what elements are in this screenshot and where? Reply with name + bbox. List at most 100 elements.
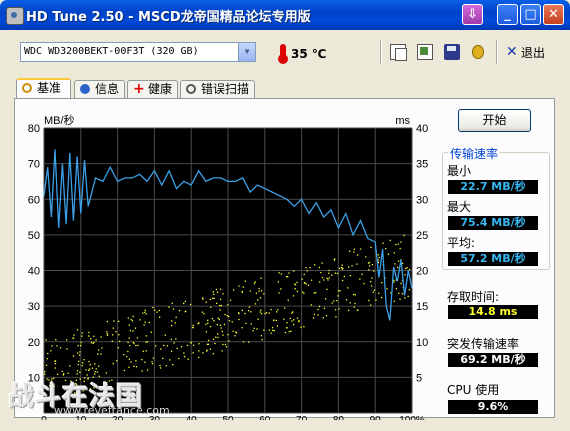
chart-access-time-point: [83, 359, 85, 361]
chart-access-time-point: [159, 364, 161, 367]
cpu-usage-value: 9.6%: [448, 400, 538, 414]
chart-access-time-point: [223, 323, 226, 326]
chart-access-time-point: [205, 301, 207, 303]
chart-access-time-point: [176, 347, 178, 350]
chart-access-time-point: [339, 290, 341, 292]
chart-access-time-point: [253, 327, 255, 329]
chart-access-time-point: [248, 341, 250, 343]
drive-select[interactable]: WDC WD3200BEKT-00F3T (320 GB) ▼: [20, 42, 256, 62]
copy-icon[interactable]: [390, 44, 407, 61]
chart-access-time-point: [265, 312, 268, 314]
chart-access-time-point: [276, 325, 279, 327]
options-icon[interactable]: [470, 44, 486, 60]
chart-access-time-point: [403, 234, 405, 237]
chart-access-time-point: [198, 350, 200, 352]
chart-access-time-point: [216, 291, 219, 293]
chart-access-time-point: [356, 254, 359, 256]
chevron-down-icon[interactable]: ▼: [238, 43, 255, 61]
chart-access-time-point: [264, 312, 266, 315]
chart-y-left-tick-label: 60: [28, 194, 40, 206]
info-icon: [80, 84, 90, 94]
window-title: HD Tune 2.50 - MSCD龙帝国精品论坛专用版: [26, 10, 311, 25]
chart-access-time-point: [334, 309, 337, 311]
chart-access-time-point: [105, 372, 108, 374]
chart-access-time-point: [81, 364, 83, 367]
chart-access-time-point: [216, 302, 218, 304]
chart-access-time-point: [166, 345, 169, 347]
chart-access-time-point: [250, 323, 252, 325]
start-button[interactable]: 开始: [458, 109, 531, 132]
chart-access-time-point: [260, 290, 263, 292]
chart-access-time-point: [73, 334, 75, 336]
minimize-button[interactable]: _: [497, 4, 518, 25]
chart-access-time-point: [128, 337, 130, 339]
download-button[interactable]: ⇩: [462, 4, 483, 25]
chart-access-time-point: [260, 335, 262, 337]
chart-access-time-point: [215, 336, 217, 338]
copy-text-icon[interactable]: [417, 44, 433, 60]
maximize-button[interactable]: □: [520, 4, 541, 25]
chart-access-time-point: [192, 324, 194, 326]
chart-access-time-point: [408, 289, 411, 291]
chart-access-time-point: [44, 371, 46, 373]
chart-access-time-point: [186, 344, 189, 347]
chart-access-time-point: [334, 258, 336, 260]
chart-access-time-point: [95, 368, 97, 370]
chart-access-time-point: [94, 363, 96, 365]
chart-access-time-point: [63, 373, 65, 375]
chart-access-time-point: [370, 246, 372, 249]
chart-access-time-point: [349, 302, 351, 304]
chart-access-time-point: [393, 281, 395, 283]
chart-access-time-point: [106, 331, 108, 333]
chart-access-time-point: [359, 248, 362, 250]
tab-info[interactable]: 信息: [74, 80, 125, 98]
health-icon: +: [133, 81, 145, 97]
chart-access-time-point: [183, 352, 185, 354]
chart-access-time-point: [371, 264, 374, 266]
chart-access-time-point: [128, 366, 130, 368]
avg-label: 平均:: [447, 236, 476, 250]
cpu-usage-label: CPU 使用: [447, 383, 500, 397]
chart-access-time-point: [54, 360, 56, 362]
chart-access-time-point: [132, 330, 134, 332]
tab-label: 健康: [148, 82, 173, 96]
chart-access-time-point: [97, 353, 99, 355]
chart-access-time-point: [127, 317, 129, 319]
chart-access-time-point: [318, 305, 321, 308]
chart-access-time-point: [270, 332, 272, 334]
chart-access-time-point: [405, 267, 407, 270]
chart-access-time-point: [307, 284, 310, 286]
chart-y-right-tick-label: 35: [416, 159, 428, 171]
chart-access-time-point: [231, 321, 233, 323]
chart-access-time-point: [389, 239, 391, 242]
tab-health[interactable]: + 健康: [127, 80, 178, 98]
chart-access-time-point: [219, 288, 222, 290]
chart-access-time-point: [293, 323, 295, 326]
chart-access-time-point: [160, 348, 162, 350]
chart-access-time-point: [314, 264, 316, 266]
chart-access-time-point: [310, 304, 313, 306]
tab-error-scan[interactable]: 错误扫描: [180, 80, 255, 98]
chart-access-time-point: [180, 346, 183, 348]
toolbar-separator: [496, 40, 498, 64]
chart-access-time-point: [206, 343, 209, 346]
access-time-label: 存取时间:: [447, 290, 500, 304]
close-button[interactable]: ✕: [543, 4, 564, 25]
chart-access-time-point: [123, 354, 125, 356]
chart-access-time-point: [219, 298, 222, 300]
chart-access-time-point: [113, 320, 115, 322]
chart-x-tick-label: 80: [333, 415, 345, 420]
chart-access-time-point: [190, 342, 192, 344]
chart-access-time-point: [142, 350, 144, 352]
chart-access-time-point: [397, 260, 400, 262]
chart-access-time-point: [397, 266, 399, 269]
chart-access-time-point: [373, 270, 375, 272]
chart-access-time-point: [340, 266, 343, 269]
chart-access-time-point: [213, 297, 215, 299]
tab-benchmark[interactable]: 基准: [16, 78, 71, 99]
save-icon[interactable]: [444, 44, 460, 60]
chart-access-time-point: [292, 311, 294, 313]
chart-access-time-point: [158, 316, 161, 318]
chart-access-time-point: [137, 344, 139, 347]
chart-access-time-point: [289, 317, 292, 319]
